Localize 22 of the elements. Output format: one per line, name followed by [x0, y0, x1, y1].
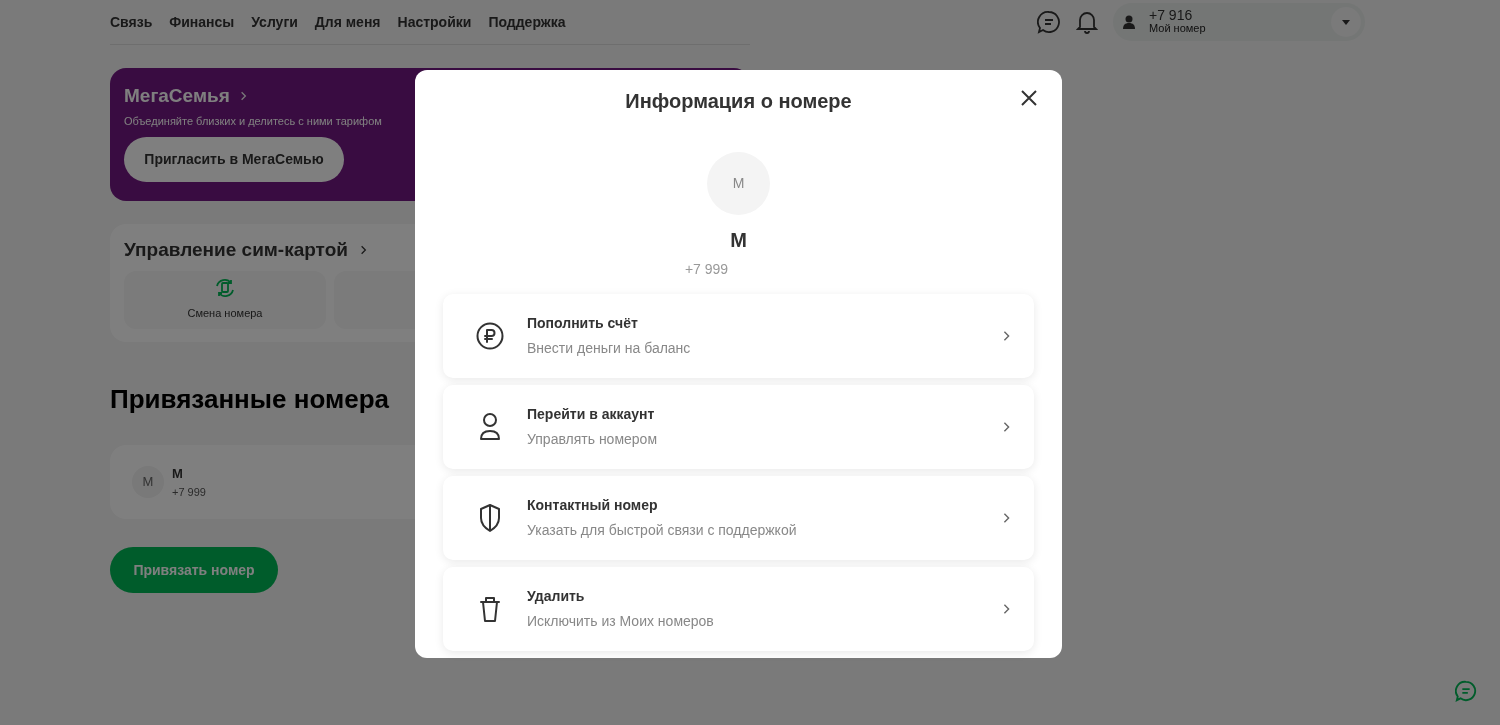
account-phone: +7 916: [1149, 9, 1194, 22]
linked-numbers-heading: Привязанные номера: [110, 383, 389, 416]
action-title: Контактный номер: [527, 496, 659, 515]
dialog-title: Информация о номере: [625, 89, 852, 114]
card-subtitle: Объединяйте близких и делитесь с ними тарифом: [124, 113, 382, 129]
number-phone: +7 999: [172, 484, 206, 500]
number-phone: +7 999: [684, 260, 729, 279]
avatar: М: [132, 466, 164, 498]
number-name: М: [730, 228, 747, 253]
tile-label: Смена номера: [187, 306, 263, 322]
number-name: М: [172, 465, 184, 483]
avatar: М: [707, 152, 770, 215]
account-label: Мой номер: [1149, 22, 1206, 35]
action-title: Удалить: [527, 587, 586, 606]
action-subtitle: Исключить из Моих номеров: [527, 612, 714, 631]
card-title: МегаСемья: [124, 84, 230, 108]
action-subtitle: Указать для быстрой связи с поддержкой: [527, 521, 797, 540]
action-subtitle: Управлять номером: [527, 430, 657, 449]
action-title: Пополнить счёт: [527, 314, 639, 333]
action-subtitle: Внести деньги на баланс: [527, 339, 691, 358]
section-title: Управление сим-картой: [124, 238, 348, 262]
action-title: Перейти в аккаунт: [527, 405, 656, 424]
